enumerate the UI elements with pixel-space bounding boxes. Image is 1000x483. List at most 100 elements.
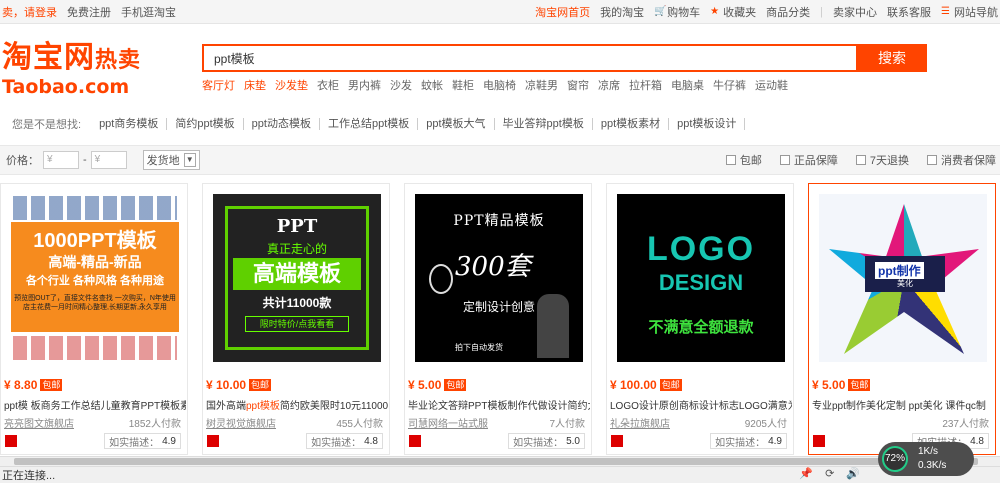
product-image[interactable]: 1000PPT模板 高端-精品-新品 各个行业 各种风格 各种用途 预览图OUT… [11, 194, 179, 362]
categories-link[interactable]: 商品分类 [766, 4, 810, 20]
product-image[interactable]: PPT精品模板 300套 定制设计创意 拍下自动发货 [415, 194, 583, 362]
suggestion-link[interactable]: ppt商务模板 [91, 118, 168, 130]
contact-link[interactable]: 联系客服 [887, 4, 931, 20]
free-shipping-badge: 包邮 [659, 379, 682, 391]
shop-link[interactable]: 礼朵拉旗舰店 [610, 415, 670, 430]
cart-link[interactable]: 🛒 购物车 [654, 4, 700, 20]
buyer-count: 7人付款 [549, 419, 585, 430]
my-taobao-link[interactable]: 我的淘宝 [600, 4, 644, 20]
suggestion-link[interactable]: 毕业答辩ppt模板 [495, 118, 593, 130]
free-shipping-badge: 包邮 [848, 379, 871, 391]
image-text: DESIGN [658, 270, 744, 295]
hotword-link[interactable]: 沙发垫 [275, 77, 308, 93]
hotword-link[interactable]: 男内裤 [348, 77, 381, 93]
search-input[interactable]: ppt模板 [202, 44, 858, 72]
suggestion-link[interactable]: ppt模板设计 [669, 118, 746, 130]
taobao-logo[interactable]: 淘宝网热卖 Taobao.com [2, 41, 172, 99]
product-image[interactable]: PPT 真正走心的 高端模板 共计11000款 限时特价/点我看看 [213, 194, 381, 362]
product-card[interactable]: LOGO DESIGN 不满意全额退款 ¥ 100.00 包邮 LOGO设计原创商… [606, 183, 794, 455]
scrollbar-thumb[interactable] [14, 458, 978, 465]
shop-link[interactable]: 树灵视觉旗舰店 [206, 415, 276, 430]
tmall-seal-icon [5, 435, 17, 447]
product-title[interactable]: 国外高端ppt模板简约欧美限时10元11000 [206, 397, 388, 412]
menu-icon: ☰ [941, 5, 950, 17]
horizontal-scrollbar[interactable] [0, 456, 1000, 466]
site-nav-link[interactable]: ☰ 网站导航 [941, 4, 998, 20]
checkbox-box [779, 155, 790, 165]
hotword-link[interactable]: 电脑桌 [671, 77, 704, 93]
network-speed-widget[interactable]: 72% 1K/s 0.3K/s [878, 442, 974, 476]
hotword-link[interactable]: 电脑椅 [483, 77, 516, 93]
image-text: ppt制作 [875, 262, 924, 279]
product-card[interactable]: 1000PPT模板 高端-精品-新品 各个行业 各种风格 各种用途 预览图OUT… [0, 183, 188, 455]
product-card[interactable]: PPT精品模板 300套 定制设计创意 拍下自动发货 ¥ 5.00 包邮 毕业论文… [404, 183, 592, 455]
product-title[interactable]: LOGO设计原创商标设计标志LOGO满意为 [610, 397, 792, 412]
price-min-input[interactable]: ¥ [43, 151, 79, 169]
refresh-icon[interactable]: ⟳ [825, 467, 834, 480]
hotword-link[interactable]: 牛仔裤 [713, 77, 746, 93]
shop-link[interactable]: 司慧网络一站式服 [408, 415, 488, 430]
image-text: 美化 [897, 279, 913, 288]
suggestion-link[interactable]: 工作总结ppt模板 [320, 118, 419, 130]
home-link[interactable]: 淘宝网首页 [535, 4, 590, 20]
logo-main-text: 淘宝网 [2, 41, 95, 74]
product-card[interactable]: PPT 真正走心的 高端模板 共计11000款 限时特价/点我看看 ¥ 10.0… [202, 183, 390, 455]
consumer-protection-checkbox[interactable]: 消费者保障 [927, 152, 996, 168]
price-max-input[interactable]: ¥ [90, 151, 127, 169]
hotword-link[interactable]: 拉杆箱 [629, 77, 662, 93]
mobile-link[interactable]: 手机逛淘宝 [121, 4, 176, 20]
lightbulb-icon [429, 264, 453, 294]
checkbox-box [725, 155, 736, 165]
favorites-link[interactable]: ★ 收藏夹 [710, 4, 756, 20]
cart-label: 购物车 [667, 6, 701, 19]
rating-value: 5.0 [566, 435, 580, 447]
free-shipping-checkbox[interactable]: 包邮 [725, 152, 762, 168]
pin-icon[interactable]: 📌 [799, 467, 813, 480]
hotword-link[interactable]: 运动鞋 [755, 77, 788, 93]
upload-speed: 1K/s [918, 446, 939, 457]
hotword-link[interactable]: 蚊帐 [421, 77, 443, 93]
checkbox-label: 正品保障 [793, 155, 838, 167]
price-label: 价格： [6, 155, 39, 167]
product-title[interactable]: 毕业论文答辩PPT模板制作代做设计简约大 [408, 397, 590, 412]
hotword-link[interactable]: 凉鞋男 [525, 77, 558, 93]
product-card[interactable]: ppt制作 美化 ¥ 5.00 包邮 专业ppt制作美化定制 ppt美化 课件qc… [808, 183, 996, 455]
product-title[interactable]: 专业ppt制作美化定制 ppt美化 课件qc制 [812, 397, 994, 412]
hotword-link[interactable]: 鞋柜 [452, 77, 474, 93]
buyer-count: 237人付款 [942, 419, 989, 430]
suggestion-link[interactable]: 简约ppt模板 [167, 118, 244, 130]
ship-from-label: 发货地 [146, 155, 180, 167]
hotword-link[interactable]: 床垫 [244, 77, 266, 93]
image-text: 定制设计创意 [463, 300, 536, 314]
ship-from-select[interactable]: 发货地 ▼ [142, 150, 200, 170]
seller-center-link[interactable]: 卖家中心 [833, 4, 877, 20]
hotword-link[interactable]: 衣柜 [317, 77, 339, 93]
hotword-link[interactable]: 凉席 [598, 77, 620, 93]
shop-link[interactable]: 亮亮图文旗舰店 [4, 415, 74, 430]
suggestion-link[interactable]: ppt模板大气 [418, 118, 495, 130]
image-text: LOGO [646, 230, 756, 268]
checkbox-label: 消费者保障 [941, 155, 996, 167]
image-text: 各个行业 各种风格 各种用途 [25, 275, 165, 287]
price-value: ¥ 100.00 [610, 378, 657, 392]
product-image[interactable]: LOGO DESIGN 不满意全额退款 [617, 194, 785, 362]
product-title[interactable]: ppt模 板商务工作总结儿童教育PPT模板素 [4, 397, 186, 412]
hotword-link[interactable]: 窗帘 [567, 77, 589, 93]
suggestion-link[interactable]: ppt模板素材 [593, 118, 670, 130]
suggestion-label: 您是不是想找: [12, 119, 82, 131]
genuine-checkbox[interactable]: 正品保障 [779, 152, 838, 168]
product-image[interactable]: ppt制作 美化 [819, 194, 987, 362]
suggestion-link[interactable]: ppt动态模板 [244, 118, 320, 130]
suggestion-row: 您是不是想找: ppt商务模板 简约ppt模板 ppt动态模板 工作总结ppt模… [0, 114, 1000, 134]
hotword-link[interactable]: 沙发 [390, 77, 412, 93]
product-price: ¥ 8.80 包邮 [4, 378, 63, 392]
register-link[interactable]: 免费注册 [67, 4, 111, 20]
top-bar: 卖，请登录 免费注册 手机逛淘宝 淘宝网首页 我的淘宝 🛒 购物车 ★ 收藏夹 商品… [0, 0, 1000, 24]
rating-value: 4.8 [970, 435, 984, 447]
hotword-link[interactable]: 客厅灯 [202, 77, 235, 93]
sound-icon[interactable]: 🔊 [846, 467, 860, 480]
search-button[interactable]: 搜索 [857, 44, 927, 72]
seven-day-return-checkbox[interactable]: 7天退换 [855, 152, 909, 168]
logo-sub-text: Taobao.com [2, 76, 130, 98]
login-link[interactable]: 卖，请登录 [2, 4, 57, 20]
